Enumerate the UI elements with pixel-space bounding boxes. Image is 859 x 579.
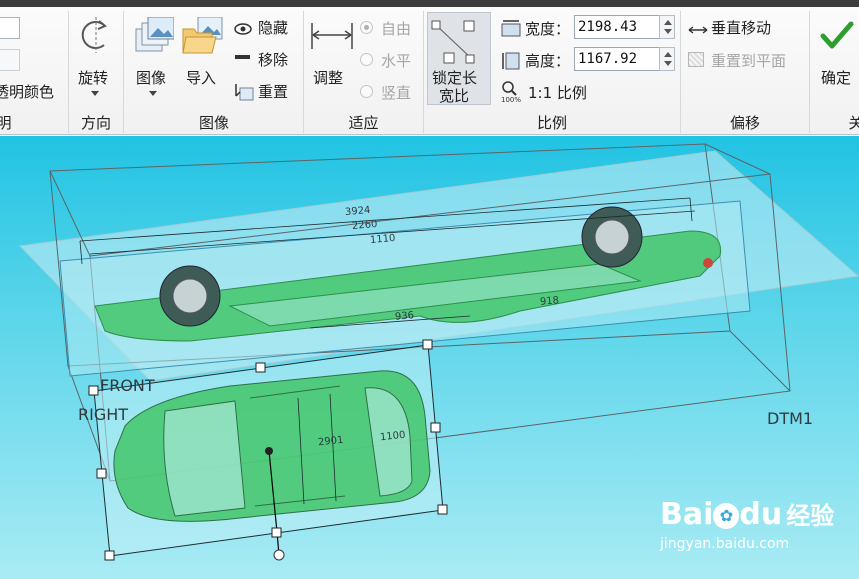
transparency-color-label[interactable]: 透明颜色 [0,81,54,102]
ratio-group-label: 比例 [536,114,567,132]
checkmark-icon [820,21,854,49]
rotate-icon [81,17,107,53]
image-group-label: 图像 [198,114,229,132]
vertical-radio[interactable] [360,85,373,98]
width-spinner[interactable] [659,15,675,39]
image-group: 图像 导入 隐藏 移除 重置 图像 [124,7,304,135]
transparency-group-label: 明 [0,114,12,132]
ok-label[interactable]: 确定 [821,67,851,88]
reset-button[interactable]: 重置 [258,81,288,102]
fit-group: 调整 自由 水平 竖直 适应 [304,7,423,135]
height-label: 高度： [525,52,571,70]
rotate-label[interactable]: 旋转 [78,67,108,88]
remove-button[interactable]: 移除 [258,49,288,70]
horizontal-radio[interactable] [360,53,373,66]
confirm-group: 确定 关 [810,7,859,135]
width-icon [501,19,521,41]
one-to-one-button[interactable]: 1:1 比例 [528,82,587,103]
graphics-viewport[interactable]: 3924 2260 1110 936 918 2901 1100 FRONT R… [0,136,859,579]
transparency-spinner[interactable] [0,49,20,71]
watermark-brand-du: du [739,497,783,532]
ribbon-toolbar: 透明颜色 明 旋转 方向 图像 导入 隐藏 移除 重置 图像 调整 自由 水平 … [0,7,859,135]
lock-aspect-button[interactable]: 锁定长 宽比 [427,12,491,105]
dimension-text: 2260 [351,218,378,233]
color-dropdown[interactable] [0,17,20,39]
free-radio[interactable] [360,21,373,34]
image-label[interactable]: 图像 [136,67,166,88]
menu-tabs-strip[interactable] [0,0,859,7]
height-spinner[interactable] [659,47,675,71]
free-label: 自由 [381,20,412,38]
dimension-text: 3924 [344,204,371,219]
eye-icon [234,20,252,39]
folder-image-icon [182,16,223,54]
fit-width-icon [311,23,353,49]
datum-dtm1-label: DTM1 [767,409,814,428]
height-input[interactable]: 1167.92 [574,47,660,71]
zoom-badge: 100% [501,96,522,104]
remove-icon [235,55,250,59]
fit-group-label: 适应 [348,114,379,132]
image-button[interactable] [134,16,175,59]
reset-plane-icon [688,52,704,67]
hide-button[interactable]: 隐藏 [258,17,288,38]
reset-image-icon [234,82,254,106]
confirm-group-label: 关 [848,114,859,132]
vertical-label: 竖直 [381,84,412,102]
chevron-down-icon[interactable] [91,91,99,96]
image-stack-icon [135,16,175,52]
datum-front-label: FRONT [100,376,155,395]
height-icon [501,51,521,75]
dimension-text: 918 [539,295,560,308]
reset-to-plane-button: 重置到平面 [711,52,787,70]
import-button[interactable] [182,16,224,59]
lock-aspect-icon [431,20,475,64]
import-label[interactable]: 导入 [186,67,216,88]
watermark-brand: Bai [660,497,714,532]
offset-group: 垂直移动 重置到平面 偏移 [681,7,809,135]
adjust-button[interactable] [310,21,354,55]
baidu-watermark: Bai ✿ du 经验 [660,496,834,532]
horizontal-label: 水平 [381,52,412,70]
watermark-url: jingyan.baidu.com [660,536,790,552]
ok-button[interactable] [820,21,854,55]
rotate-button[interactable] [78,15,114,59]
lock-aspect-label-line2: 宽比 [439,87,470,105]
chevron-down-icon[interactable] [149,91,157,96]
width-label: 宽度： [525,20,571,38]
transparency-group: 透明颜色 明 [0,7,68,135]
datum-right-label: RIGHT [78,405,129,424]
dimension-text: 1110 [369,232,396,247]
width-input[interactable]: 2198.43 [574,15,660,39]
dimension-text: 936 [394,310,415,323]
vertical-move-button[interactable]: 垂直移动 [711,17,771,38]
watermark-brand-cn: 经验 [786,502,835,530]
adjust-label[interactable]: 调整 [313,67,343,88]
paw-icon: ✿ [713,502,740,529]
orientation-group-label: 方向 [80,114,111,132]
orientation-group: 旋转 方向 [69,7,123,135]
vertical-move-icon [688,21,708,40]
offset-group-label: 偏移 [729,114,760,132]
ratio-group: 锁定长 宽比 宽度： 2198.43 高度： 1167.92 100% 1:1 … [424,7,680,135]
